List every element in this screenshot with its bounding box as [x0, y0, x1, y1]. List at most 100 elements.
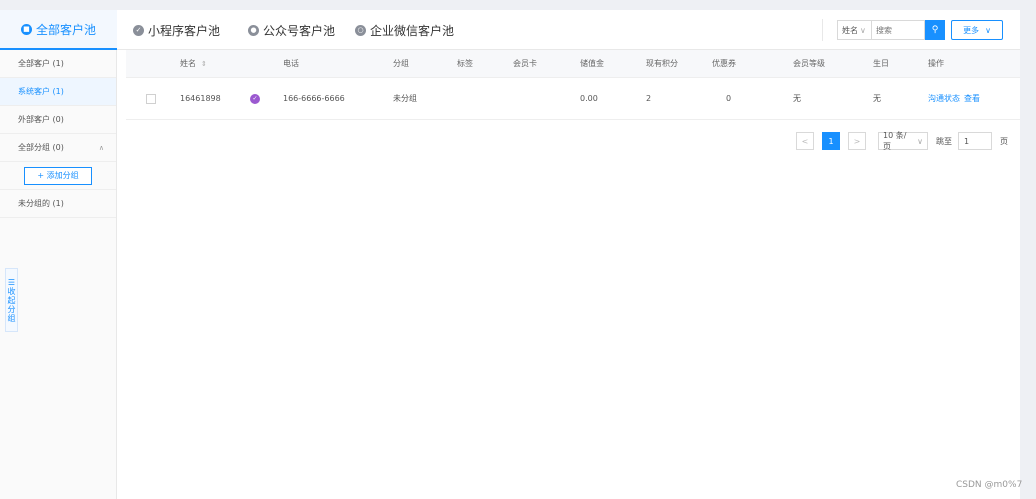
collapse-label: 收 — [7, 286, 16, 296]
sidebar-item-label: 系统客户 (1) — [18, 87, 64, 96]
column-label: 优惠券 — [712, 59, 736, 68]
cell-text: 16461898 — [180, 94, 221, 103]
cell-phone: 166-6666-6666 — [283, 78, 345, 119]
collapse-label: 组 — [7, 313, 16, 323]
cell-birthday: 无 — [873, 78, 881, 119]
cell-text: 0 — [726, 94, 732, 103]
sidebar-item-all-customers[interactable]: 全部客户 (1) — [0, 50, 116, 78]
cell-text: 2 — [646, 94, 652, 103]
search-input[interactable] — [871, 20, 925, 40]
cell-balance: 0.00 — [580, 78, 598, 119]
cell-text: 166-6666-6666 — [283, 94, 345, 103]
sidebar-item-external-customers[interactable]: 外部客户 (0) — [0, 106, 116, 134]
tab-wecom-customers[interactable]: ○ 企业微信客户池 — [355, 10, 454, 50]
column-label: 姓名 — [180, 59, 196, 68]
tab-all-customers[interactable]: ■ 全部客户池 — [0, 10, 117, 50]
cell-text: 未分组 — [393, 94, 417, 103]
pagination: < 1 > 10 条/页 ∨ 跳至 1 页 — [796, 131, 1008, 151]
column-label: 现有积分 — [646, 59, 678, 68]
prev-page-button[interactable]: < — [796, 132, 814, 150]
chevron-up-icon[interactable]: ∧ — [99, 144, 104, 152]
goto-label: 跳至 — [936, 136, 952, 146]
column-label: 储值金 — [580, 59, 604, 68]
column-label: 会员等级 — [793, 59, 825, 68]
tab-label: 公众号客户池 — [263, 23, 336, 38]
search-field-label: 姓名 — [842, 25, 858, 35]
cell-text: 无 — [873, 94, 881, 103]
next-page-button[interactable]: > — [848, 132, 866, 150]
chevron-down-icon: ∨ — [860, 25, 866, 35]
tab-official-account-customers[interactable]: ● 公众号客户池 — [248, 10, 335, 50]
tab-miniapp-customers[interactable]: ✓ 小程序客户池 — [133, 10, 220, 50]
chevron-down-icon: ∨ — [917, 136, 923, 146]
cell-source-badge: ✓ — [250, 78, 260, 119]
row-checkbox[interactable] — [146, 93, 156, 104]
sidebar-item-system-customers[interactable]: 系统客户 (1) — [0, 78, 116, 106]
column-header-card: 会员卡 — [513, 50, 537, 77]
column-label: 分组 — [393, 59, 409, 68]
cell-text: 0.00 — [580, 94, 598, 103]
page-1-button[interactable]: 1 — [822, 132, 840, 150]
tab-label: 全部客户池 — [35, 22, 96, 37]
sidebar-item-label: 全部分组 (0) — [18, 143, 64, 152]
sidebar-item-all-groups[interactable]: 全部分组 (0) ∧ — [0, 134, 116, 162]
add-group-button[interactable]: + 添加分组 — [24, 166, 92, 185]
goto-page-input[interactable]: 1 — [958, 132, 992, 150]
column-header-phone: 电话 — [283, 50, 299, 77]
collapse-label: 分 — [7, 304, 16, 314]
page-number: 1 — [828, 136, 834, 146]
cell-text: 无 — [793, 94, 801, 103]
pool-tab-bar: ■ 全部客户池 ✓ 小程序客户池 ● 公众号客户池 ○ 企业微信客户池 姓名 ∨… — [0, 10, 1020, 50]
chevron-right-icon: > — [853, 136, 861, 146]
official-account-icon: ● — [248, 24, 259, 36]
communication-status-link[interactable]: 沟通状态 — [928, 93, 960, 104]
sidebar-item-ungrouped[interactable]: 未分组的 (1) — [0, 190, 116, 218]
wecom-icon: ○ — [355, 24, 366, 36]
row-checkbox-cell — [146, 78, 156, 119]
column-header-group: 分组 — [393, 50, 409, 77]
cell-actions: 沟通状态 查看 — [928, 78, 984, 119]
tab-label: 小程序客户池 — [148, 23, 221, 38]
column-label: 电话 — [283, 59, 299, 68]
column-label: 生日 — [873, 59, 889, 68]
miniapp-source-icon: ✓ — [250, 93, 260, 104]
table-row: 16461898 ✓ 166-6666-6666 未分组 0.00 2 0 无 … — [126, 78, 1020, 120]
sidebar-item-label: 全部客户 (1) — [18, 59, 64, 68]
page-unit-label: 页 — [1000, 136, 1008, 146]
more-label: 更多 — [963, 25, 980, 35]
column-label: 操作 — [928, 59, 944, 68]
column-header-birthday: 生日 — [873, 50, 889, 77]
column-header-coupons: 优惠券 — [712, 50, 736, 77]
column-header-tags: 标签 — [457, 50, 473, 77]
view-link[interactable]: 查看 — [964, 93, 980, 104]
search-bar: 姓名 ∨ ⚲ 更多 ∨ — [822, 19, 1003, 41]
cell-name: 16461898 — [180, 78, 221, 119]
column-label: 标签 — [457, 59, 473, 68]
chevron-down-icon: ∨ — [985, 25, 991, 35]
add-group-row: + 添加分组 — [0, 162, 116, 190]
add-group-label: + 添加分组 — [37, 171, 79, 180]
collapse-groups-button[interactable]: ☰ 收 起 分 组 — [5, 268, 18, 332]
miniapp-icon: ✓ — [133, 24, 144, 36]
goto-value: 1 — [964, 136, 970, 146]
page-size-select[interactable]: 10 条/页 ∨ — [878, 131, 928, 151]
pool-icon: ■ — [20, 23, 32, 35]
search-icon: ⚲ — [931, 25, 939, 35]
sidebar-item-label: 外部客户 (0) — [18, 115, 64, 124]
search-field-select[interactable]: 姓名 ∨ — [837, 20, 871, 40]
customer-table: 姓名 ⇕ 电话 分组 标签 会员卡 储值金 现有积分 优惠券 会员等级 生日 操… — [126, 50, 1020, 120]
column-header-actions: 操作 — [928, 50, 944, 77]
column-header-name[interactable]: 姓名 ⇕ — [180, 50, 207, 77]
chevron-left-icon: < — [801, 136, 809, 146]
collapse-icon: ☰ — [7, 277, 16, 287]
tab-label: 企业微信客户池 — [370, 23, 455, 38]
collapse-label: 起 — [7, 295, 16, 305]
window-gutter — [1020, 0, 1036, 499]
page-size-label: 10 条/页 — [883, 131, 907, 151]
sort-icon[interactable]: ⇕ — [201, 60, 207, 68]
cell-coupons: 0 — [726, 78, 731, 119]
column-header-level: 会员等级 — [793, 50, 825, 77]
search-button[interactable]: ⚲ — [925, 20, 945, 40]
more-button[interactable]: 更多 ∨ — [951, 20, 1003, 40]
customer-pool-panel: ■ 全部客户池 ✓ 小程序客户池 ● 公众号客户池 ○ 企业微信客户池 姓名 ∨… — [0, 10, 1020, 499]
